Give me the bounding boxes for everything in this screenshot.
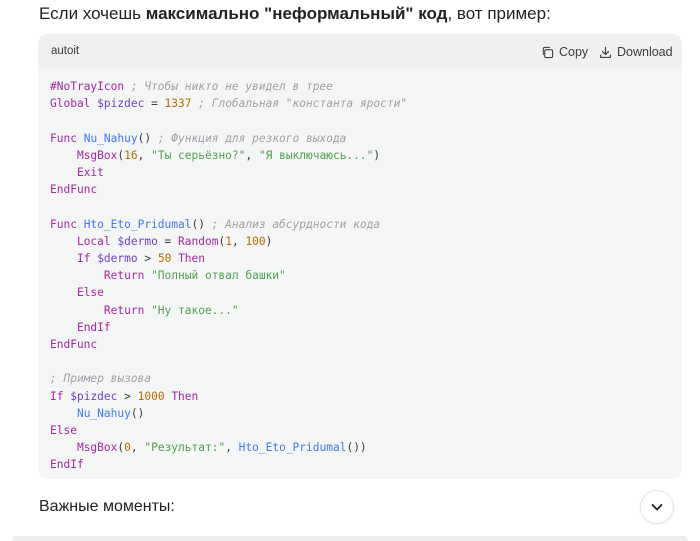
chevron-down-icon [651, 504, 663, 511]
intro-post: , вот пример: [447, 4, 551, 23]
intro-bold: максимально "неформальный" код [145, 4, 448, 23]
intro-text: Если хочешь максимально "неформальный" к… [39, 4, 551, 24]
download-button[interactable]: Download [599, 43, 673, 61]
code-block-header: autoit Copy Download [38, 34, 682, 68]
copy-icon [542, 46, 554, 58]
code-block: autoit Copy Download #NoTrayIcon ; Чтобы… [38, 34, 682, 479]
intro-pre: Если хочешь [39, 4, 146, 23]
section-heading: Важные моменты: [39, 498, 175, 515]
download-icon [600, 46, 611, 58]
code-content: #NoTrayIcon ; Чтобы никто не увидел в тр… [50, 80, 408, 472]
code-language-label: autoit [51, 45, 80, 57]
next-block-edge [12, 536, 688, 541]
expand-button[interactable] [641, 491, 673, 523]
copy-label: Copy [559, 45, 589, 59]
copy-button[interactable]: Copy [541, 43, 588, 61]
download-label: Download [617, 45, 673, 59]
